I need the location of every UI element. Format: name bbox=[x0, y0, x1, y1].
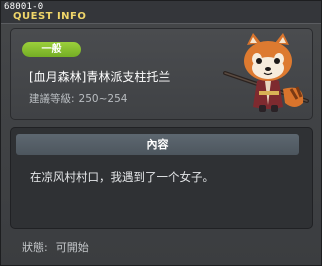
red-panda-npc-icon bbox=[223, 33, 309, 112]
quest-info-window: 68001-0 QUEST INFO 一般 [血月森林]青林派支柱托兰 建議等級… bbox=[0, 0, 322, 266]
quest-name: [血月森林]青林派支柱托兰 bbox=[29, 70, 171, 84]
window-title: QUEST INFO bbox=[13, 11, 87, 22]
category-badge: 一般 bbox=[22, 42, 81, 57]
recommended-level: 建議等級: 250~254 bbox=[29, 91, 127, 106]
quest-status: 狀態: 可開始 bbox=[22, 239, 89, 255]
level-range: 250~254 bbox=[78, 93, 128, 105]
status-value: 可開始 bbox=[55, 241, 89, 254]
content-text: 在凉风村村口，我遇到了一个女子。 bbox=[30, 170, 214, 184]
level-label: 建議等級: bbox=[29, 93, 75, 105]
title-divider bbox=[1, 23, 321, 24]
status-label: 狀態: bbox=[22, 241, 48, 254]
content-header: 內容 bbox=[16, 134, 299, 155]
